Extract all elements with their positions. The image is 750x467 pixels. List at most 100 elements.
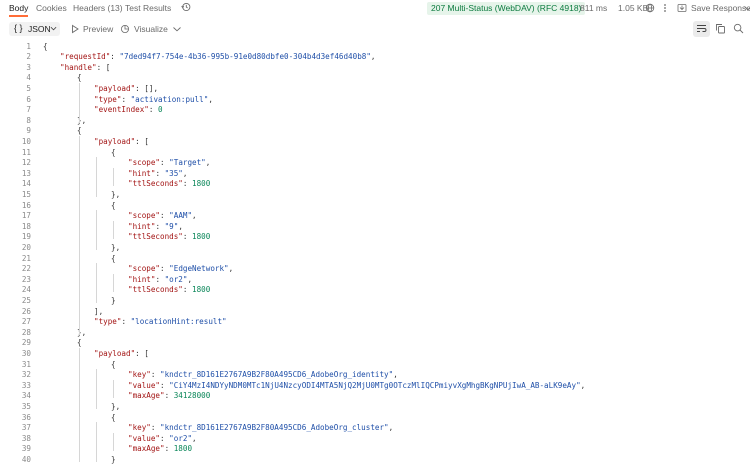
json-key: "ttlSeconds"	[128, 179, 183, 189]
line-number: 13	[21, 168, 31, 178]
preview-button[interactable]: Preview	[83, 24, 113, 34]
code-line: 3 "handle": [	[0, 62, 750, 73]
code-text: },	[111, 401, 120, 412]
visualize-icon[interactable]	[120, 24, 130, 34]
code-line: 36 {	[0, 412, 750, 423]
json-punctuation: :	[155, 168, 165, 178]
code-text: }	[111, 295, 116, 306]
json-punctuation: :	[155, 274, 165, 284]
globe-icon[interactable]	[645, 3, 655, 13]
json-punctuation: {	[111, 147, 116, 157]
tab-body[interactable]: Body	[9, 3, 28, 13]
code-line: 37 "key": "kndctr_8D161E2767A9B2F80A495CD…	[0, 422, 750, 433]
line-number: 9	[26, 126, 31, 136]
line-number: 10	[21, 136, 31, 146]
chevron-down-icon[interactable]	[743, 3, 750, 13]
json-punctuation: :	[160, 264, 170, 274]
json-punctuation: :	[160, 211, 170, 221]
format-select[interactable]: { } JSON	[9, 22, 60, 36]
json-punctuation: ,	[178, 221, 183, 231]
response-tab-bar: Body Cookies Headers (13) Test Results 2…	[0, 0, 750, 17]
json-string: "EdgeNetwork"	[169, 264, 229, 274]
code-line: 4{	[0, 72, 750, 83]
braces-icon: { }	[14, 23, 23, 33]
code-line: 35},	[0, 401, 750, 412]
code-text: "maxAge": 34128000	[128, 390, 210, 401]
line-number: 15	[21, 189, 31, 199]
json-string: "or2"	[164, 274, 188, 284]
json-punctuation: : [	[135, 136, 149, 146]
indent-guide	[96, 263, 97, 303]
json-punctuation: :	[150, 423, 161, 433]
search-icon[interactable]	[733, 23, 744, 34]
indent-guide	[96, 422, 97, 462]
json-punctuation: ,	[182, 168, 188, 178]
visualize-button[interactable]: Visualize	[134, 24, 168, 34]
code-line: 11 {	[0, 147, 750, 158]
code-line: 21 {	[0, 253, 750, 264]
indent-guide	[113, 379, 114, 399]
response-time[interactable]: 811 ms	[580, 3, 607, 13]
json-key: "value"	[128, 380, 161, 390]
code-text: "payload": [],	[94, 83, 158, 94]
line-number: 28	[21, 327, 31, 337]
code-text: "value": "CiY4MzI4NDYyNDM0MTc1NjU4NzcyOD…	[128, 380, 585, 391]
json-punctuation: {	[111, 253, 116, 263]
response-size[interactable]: 1.05 KB	[618, 3, 648, 13]
json-punctuation: },	[111, 189, 121, 199]
chevron-down-icon[interactable]	[172, 24, 182, 34]
active-tab-indicator	[9, 15, 28, 17]
line-number: 21	[21, 253, 31, 263]
json-key: "maxAge"	[128, 391, 165, 401]
line-number: 11	[21, 147, 31, 157]
line-number: 36	[21, 412, 31, 422]
play-icon[interactable]	[70, 24, 80, 34]
json-punctuation: {	[111, 412, 116, 422]
more-options-icon[interactable]	[660, 3, 670, 13]
status-badge[interactable]: 207 Multi-Status (WebDAV) (RFC 4918)	[427, 2, 586, 15]
wrap-lines-icon[interactable]	[696, 23, 707, 34]
indent-guide	[79, 135, 80, 335]
json-punctuation: :	[155, 221, 165, 231]
code-line: 7 "eventIndex": 0	[0, 104, 750, 115]
json-punctuation: ,	[370, 52, 376, 62]
indent-guide	[96, 157, 97, 197]
json-key: "key"	[128, 370, 151, 380]
json-key: "payload"	[94, 83, 136, 93]
code-line: 28},	[0, 327, 750, 338]
indent-guide	[96, 369, 97, 409]
code-text: "payload": [	[94, 136, 149, 147]
tab-cookies[interactable]: Cookies	[36, 3, 67, 13]
code-text: "hint": "or2",	[128, 274, 192, 285]
code-line: 40}	[0, 454, 750, 465]
history-icon[interactable]	[181, 2, 191, 12]
line-number: 30	[21, 348, 31, 358]
tab-headers[interactable]: Headers (13)	[73, 3, 123, 13]
code-text: "value": "or2",	[128, 433, 197, 444]
json-punctuation: : [	[96, 62, 111, 72]
json-punctuation: :	[160, 158, 170, 168]
json-string: "9"	[164, 221, 179, 231]
code-text: "payload": [	[94, 348, 149, 359]
json-punctuation: : [	[135, 348, 149, 358]
line-number: 31	[21, 359, 31, 369]
tab-test-results[interactable]: Test Results	[125, 3, 171, 13]
code-text: {	[43, 41, 48, 52]
save-icon[interactable]	[677, 3, 687, 13]
format-label: JSON	[28, 24, 51, 34]
response-body-editor[interactable]: 1{2 "requestId": "7ded94f7-754e-4b36-995b…	[0, 39, 750, 467]
json-key: "hint"	[128, 221, 156, 231]
save-response-button[interactable]: Save Response	[691, 3, 750, 13]
line-number: 19	[21, 232, 31, 242]
json-punctuation: :	[121, 94, 131, 104]
json-number: 1800	[192, 285, 211, 295]
json-key: "eventIndex"	[94, 105, 149, 115]
code-text: {	[111, 253, 116, 264]
code-text: "handle": [	[60, 62, 110, 73]
json-punctuation: :	[160, 380, 170, 390]
copy-icon[interactable]	[715, 23, 726, 34]
json-string: "Target"	[169, 158, 206, 168]
line-number: 20	[21, 242, 31, 252]
json-punctuation: :	[164, 391, 174, 401]
code-text: "key": "kndctr_8D161E2767A9B2F80A495CD6_…	[128, 422, 393, 433]
